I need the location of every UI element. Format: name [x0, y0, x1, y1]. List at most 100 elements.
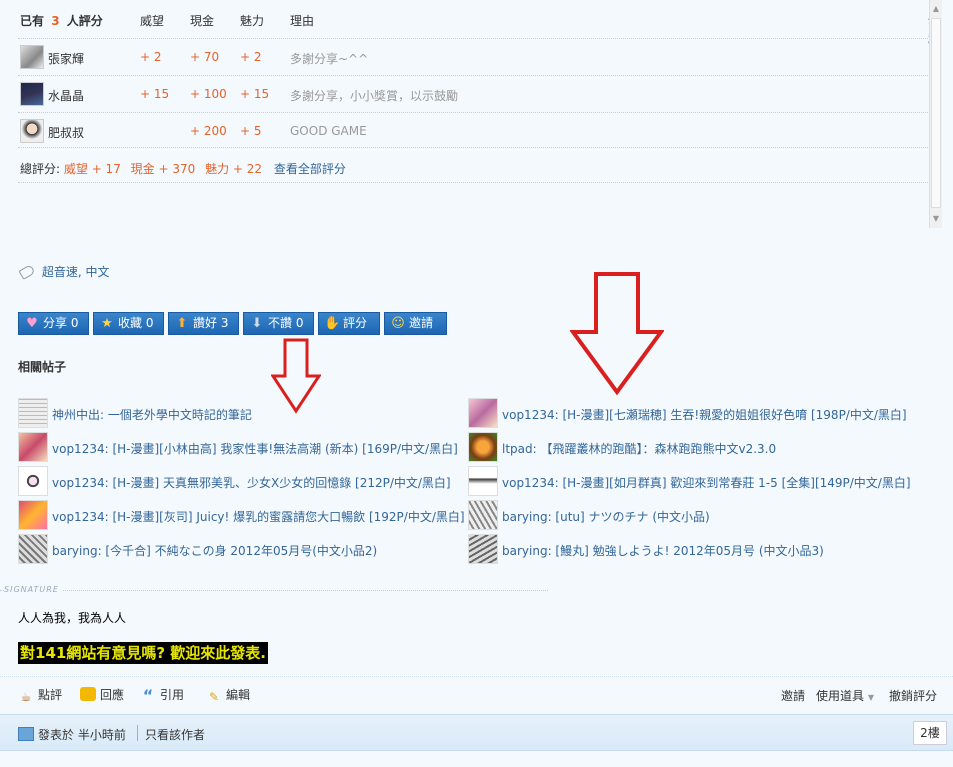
col-prestige: 威望: [140, 14, 165, 28]
rating-count: 3: [51, 14, 60, 28]
scroll-up-icon[interactable]: ▲: [930, 2, 942, 16]
cash-value: + 70: [190, 50, 220, 64]
invite-label: 邀請: [409, 316, 434, 330]
speech-bubble-icon: [80, 687, 96, 701]
star-icon: ★: [101, 316, 113, 331]
tag-link[interactable]: 超音速: [42, 265, 78, 279]
use-tools-dropdown[interactable]: 使用道具 ▼: [816, 687, 874, 704]
prestige-value: + 2: [140, 50, 162, 64]
related-link[interactable]: vop1234: [H-漫畫] 天真無邪美乳、少女X少女的回憶錄 [212P/中…: [52, 474, 451, 491]
thumbnail: [468, 534, 498, 564]
related-link[interactable]: vop1234: [H-漫畫][灰司] Juicy! 爆乳的蜜露請您大口暢飲 […: [52, 508, 465, 525]
signature-label: SIGNATURE: [4, 585, 63, 594]
down-arrow-icon: [271, 338, 321, 414]
rating-row: 肥叔叔 + 200 + 5 GOOD GAME: [18, 112, 928, 149]
tag-icon: [18, 264, 36, 280]
dislike-label: 不讚 0: [268, 316, 304, 330]
rating-prefix: 已有: [20, 14, 45, 28]
related-link[interactable]: ltpad: 【飛躍叢林的跑酷】：森林跑跑熊中文v2.3.0: [502, 440, 776, 457]
rating-panel: 已有 3 人評分 威望 現金 魅力 理由 收起 ▲ 張家輝 + 2 + 70 +…: [0, 0, 942, 228]
related-link[interactable]: vop1234: [H-漫畫][小林由高] 我家性事!無法高潮 (新本) [16…: [52, 440, 458, 457]
tag-separator: ,: [77, 265, 82, 279]
quote-button[interactable]: “ 引用: [140, 686, 185, 705]
reply-label: 回應: [100, 688, 125, 702]
dislike-button[interactable]: ⬇ 不讚 0: [243, 312, 314, 335]
quote-label: 引用: [160, 688, 185, 702]
related-link[interactable]: barying: [鰻丸] 勉強しようよ! 2012年05月号 (中文小品3): [502, 542, 824, 559]
rater-name[interactable]: 肥叔叔: [48, 124, 84, 141]
related-link[interactable]: vop1234: [H-漫畫][七瀬瑞穂] 生吞!親愛的姐姐很好色唷 [198P…: [502, 406, 907, 423]
thumbnail: [18, 534, 48, 564]
down-arrow-icon: [570, 272, 664, 396]
share-label: 分享 0: [43, 316, 79, 330]
bottom-strip: [0, 752, 953, 767]
charm-value: + 15: [240, 87, 270, 101]
hand-icon: ✋: [324, 316, 341, 331]
thumbnail: [468, 432, 498, 462]
col-charm: 魅力: [240, 14, 265, 28]
charm-value: + 5: [240, 124, 262, 138]
avatar[interactable]: [20, 82, 44, 106]
thumbnail: [18, 500, 48, 530]
users-icon: ☺: [391, 316, 405, 331]
col-cash: 現金: [190, 14, 215, 28]
cup-icon: ☕: [20, 690, 32, 704]
like-label: 讚好 3: [193, 316, 229, 330]
like-button[interactable]: ⬆ 讚好 3: [168, 312, 239, 335]
col-reason: 理由: [290, 14, 315, 28]
avatar[interactable]: [20, 119, 44, 143]
pencil-icon: ✎: [208, 690, 220, 704]
thumb-up-icon: ⬆: [176, 316, 188, 331]
view-all-ratings-link[interactable]: 查看全部評分: [274, 162, 346, 176]
post-footer: 發表於 半小時前 只看該作者 2樓: [0, 714, 953, 751]
rating-row: 水晶晶 + 15 + 100 + 15 多謝分享，小小獎賞，以示鼓勵: [18, 75, 928, 112]
post-action-bar: ☕ 點評 回應 “ 引用 ✎ 編輯 邀請 使用道具 ▼ 撤銷評分: [0, 676, 953, 710]
rate-button[interactable]: ✋ 評分: [318, 312, 380, 335]
invite-button[interactable]: ☺ 邀請: [384, 312, 447, 335]
share-button[interactable]: ♥ 分享 0: [18, 312, 89, 335]
total-label: 總評分:: [20, 162, 61, 176]
rater-name[interactable]: 張家輝: [48, 50, 84, 67]
rating-scrollbar[interactable]: ▲ ▼: [929, 0, 942, 228]
related-link[interactable]: barying: [今千合] 不純なこの身 2012年05月号(中文小品2): [52, 542, 377, 559]
posted-time: 發表於 半小時前: [38, 728, 126, 742]
charm-value: + 2: [240, 50, 262, 64]
thumbnail: [18, 398, 48, 428]
related-link[interactable]: barying: [utu] ナツのチナ (中文小品): [502, 508, 710, 525]
scroll-down-icon[interactable]: ▼: [930, 212, 942, 226]
reason-text: GOOD GAME: [290, 124, 367, 138]
related-title: 相關帖子: [18, 360, 67, 374]
invite-link[interactable]: 邀請: [781, 687, 805, 704]
floor-number[interactable]: 2樓: [913, 721, 947, 745]
reply-button[interactable]: 回應: [80, 686, 124, 703]
edit-button[interactable]: ✎ 編輯: [206, 686, 250, 704]
tag-list: 超音速, 中文: [18, 263, 110, 280]
prestige-value: + 15: [140, 87, 170, 101]
reason-text: 多謝分享~^^: [290, 52, 369, 66]
quote-icon: “: [142, 686, 154, 705]
scroll-thumb[interactable]: [931, 18, 941, 208]
tag-link[interactable]: 中文: [86, 265, 110, 279]
banner-prefix: 對: [20, 644, 36, 662]
thumbnail: [468, 398, 498, 428]
rating-header: 已有 3 人評分 威望 現金 魅力 理由 收起 ▲: [20, 12, 940, 45]
author-only-link[interactable]: 只看該作者: [145, 726, 205, 743]
heart-icon: ♥: [26, 316, 38, 331]
signature-text: 人人為我，我為人人: [18, 611, 127, 625]
chevron-down-icon: ▼: [867, 693, 874, 702]
tools-label: 使用道具: [816, 689, 865, 703]
related-link[interactable]: vop1234: [H-漫畫][如月群真] 歡迎來到常春莊 1-5 [全集][1…: [502, 474, 911, 491]
banner-number: 141: [35, 644, 67, 662]
undo-rate-link[interactable]: 撤銷評分: [889, 687, 937, 704]
avatar[interactable]: [20, 45, 44, 69]
rating-row: 張家輝 + 2 + 70 + 2 多謝分享~^^: [18, 38, 928, 75]
favorite-button[interactable]: ★ 收藏 0: [93, 312, 164, 335]
signature-banner[interactable]: 對141網站有意見嗎? 歡迎來此發表.: [18, 642, 268, 664]
rater-name[interactable]: 水晶晶: [48, 87, 84, 104]
thumbnail: [18, 466, 48, 496]
cash-value: + 100: [190, 87, 227, 101]
rate-label: 評分: [343, 316, 368, 330]
related-link[interactable]: 神州中出: 一個老外學中文時記的筆記: [52, 406, 252, 423]
comment-button[interactable]: ☕ 點評: [18, 686, 62, 704]
banner-rest: 網站有意見嗎? 歡迎來此發表.: [66, 644, 266, 662]
